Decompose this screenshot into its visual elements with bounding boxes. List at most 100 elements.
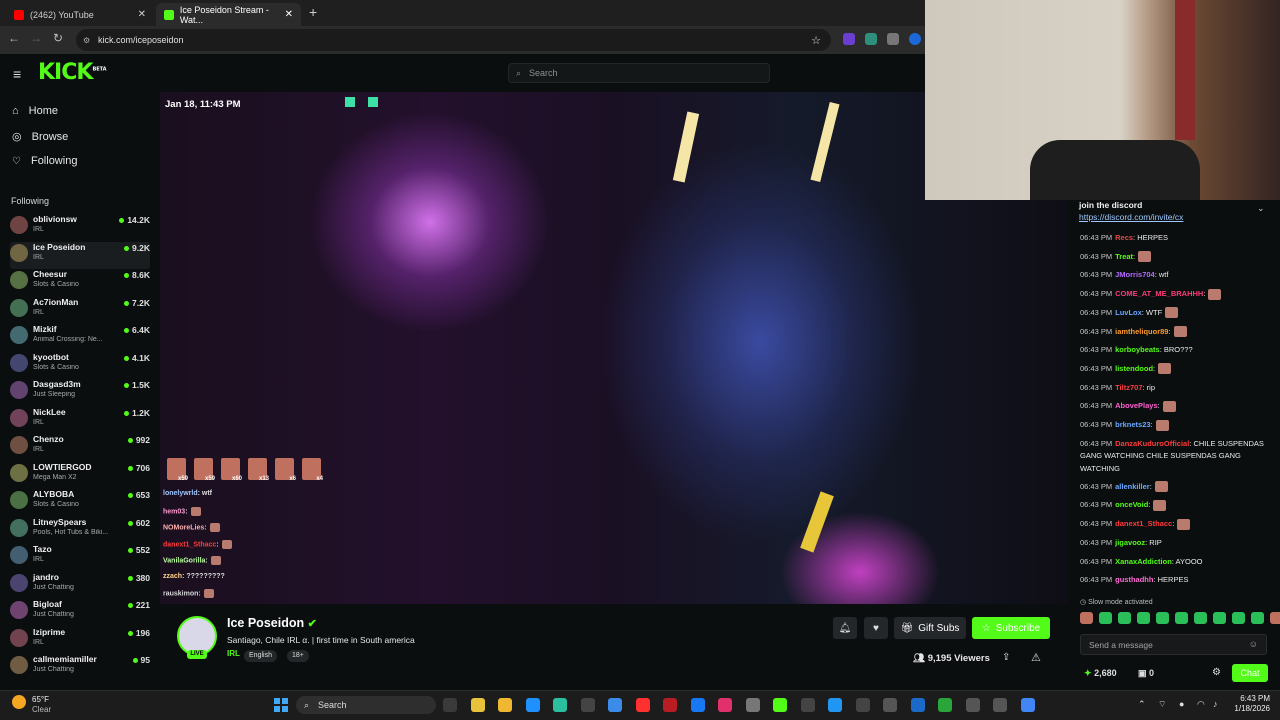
taskbar-app-icon[interactable]	[883, 698, 897, 712]
chat-username[interactable]: XanaxAddiction	[1115, 557, 1172, 566]
list-item[interactable]: Dasgasd3m Just Sleeping 1.5K	[10, 379, 150, 406]
emote-icon[interactable]	[1156, 612, 1169, 624]
close-icon[interactable]: ✕	[285, 9, 293, 20]
taskbar-app-icon[interactable]	[718, 698, 732, 712]
emote-icon[interactable]	[1232, 612, 1245, 624]
share-icon[interactable]: ⇪	[1002, 652, 1010, 663]
tag-english[interactable]: English	[244, 650, 277, 662]
taskbar-app-icon[interactable]	[525, 698, 540, 712]
sidebar-item-following[interactable]: ♡ Following	[12, 155, 77, 167]
tab-youtube[interactable]: (2462) YouTube ✕	[6, 3, 154, 26]
pinned-message-link[interactable]: https://discord.com/invite/cx	[1079, 212, 1183, 222]
chat-username[interactable]: listendood	[1115, 364, 1153, 373]
list-item[interactable]: NickLee IRL 1.2K	[10, 407, 150, 434]
chat-username[interactable]: DanzaKuduroOfficial	[1115, 439, 1189, 448]
emote-icon[interactable]	[1175, 612, 1188, 624]
notification-bell-button[interactable]: 🔔︎	[833, 617, 857, 639]
chevron-down-icon[interactable]: ⌄	[1257, 203, 1265, 214]
chat-username[interactable]: onceVoid	[1115, 500, 1148, 509]
taskbar-app-icon[interactable]	[690, 698, 705, 712]
taskbar-app-icon[interactable]	[965, 698, 980, 712]
list-item[interactable]: Chenzo IRL 992	[10, 434, 150, 461]
new-tab-icon[interactable]: +	[309, 4, 317, 20]
tab-kick[interactable]: Ice Poseidon Stream - Wat... ✕	[156, 3, 301, 26]
back-icon[interactable]: ←	[8, 31, 20, 45]
site-info-icon[interactable]: ⚙	[83, 36, 90, 45]
chat-username[interactable]: brknets23	[1115, 420, 1150, 429]
network-icon[interactable]: ⌔	[1158, 699, 1166, 710]
chat-username[interactable]: AbovePlays	[1115, 401, 1158, 410]
tag-18plus[interactable]: 18+	[287, 650, 309, 662]
taskbar-app-icon[interactable]	[608, 698, 622, 712]
list-item[interactable]: Cheesur Slots & Casino 8.6K	[10, 269, 150, 296]
report-icon[interactable]: ⚠	[1031, 651, 1041, 664]
extension-icon[interactable]	[843, 33, 855, 45]
taskbar-app-icon[interactable]	[993, 698, 1007, 712]
chat-username[interactable]: Tiltz707	[1115, 383, 1142, 392]
send-chat-button[interactable]: Chat	[1232, 664, 1268, 682]
taskbar-app-icon[interactable]	[635, 698, 650, 712]
taskbar-app-icon[interactable]	[663, 698, 677, 712]
taskbar-app-icon[interactable]	[745, 698, 760, 712]
chat-username[interactable]: Treat	[1115, 252, 1133, 261]
taskbar-app-icon[interactable]	[938, 698, 952, 712]
taskbar-app-icon[interactable]	[443, 698, 457, 712]
chat-username[interactable]: allenkiller	[1115, 482, 1150, 491]
taskbar-app-icon[interactable]	[1020, 698, 1035, 712]
chat-username[interactable]: LuvLox	[1115, 308, 1142, 317]
chat-input[interactable]: Send a message ☺	[1080, 634, 1267, 655]
close-icon[interactable]: ✕	[138, 9, 146, 20]
streamer-name[interactable]: Ice Poseidon ✔	[227, 616, 317, 630]
emote-icon[interactable]	[1194, 612, 1207, 624]
microphone-icon[interactable]: ●	[1179, 699, 1184, 709]
chat-username[interactable]: JMorris704	[1115, 270, 1155, 279]
hamburger-menu-icon[interactable]: ≡	[13, 66, 21, 82]
sidebar-item-browse[interactable]: ◎ Browse	[12, 130, 68, 144]
system-clock[interactable]: 6:43 PM 1/18/2026	[1232, 694, 1270, 714]
list-item[interactable]: Ac7ionMan IRL 7.2K	[10, 297, 150, 324]
taskbar-app-icon[interactable]	[498, 698, 512, 712]
list-item[interactable]: Ice Poseidon IRL 9.2K	[10, 241, 150, 269]
volume-icon[interactable]: ♪	[1213, 699, 1218, 709]
gift-subs-button[interactable]: 🎁︎ Gift Subs	[894, 617, 966, 639]
extension-icon[interactable]	[909, 33, 921, 45]
wifi-icon[interactable]: ◠	[1197, 699, 1205, 710]
list-item[interactable]: jandro Just Chatting 380	[10, 572, 150, 599]
taskbar-search[interactable]: ⌕ Search	[296, 696, 436, 714]
chat-username[interactable]: danext1_Sthacc	[1115, 519, 1172, 528]
extension-icon[interactable]	[887, 33, 899, 45]
list-item[interactable]: Bigloaf Just Chatting 221	[10, 599, 150, 626]
kick-logo[interactable]: KICKBETA	[38, 60, 107, 85]
taskbar-app-icon[interactable]	[580, 698, 595, 712]
taskbar-app-icon[interactable]	[828, 698, 842, 712]
weather-widget[interactable]: 65°F Clear	[32, 695, 51, 715]
url-field[interactable]: ⚙ kick.com/iceposeidon ☆	[76, 29, 831, 51]
forward-icon[interactable]: →	[30, 31, 42, 45]
weather-icon[interactable]	[12, 695, 26, 709]
emote-icon[interactable]	[1137, 612, 1150, 624]
emote-icon[interactable]	[1251, 612, 1264, 624]
chat-username[interactable]: Recs	[1115, 233, 1133, 242]
extension-icon[interactable]	[865, 33, 877, 45]
emote-icon[interactable]	[1118, 612, 1131, 624]
chat-username[interactable]: gusthadhh	[1115, 575, 1153, 584]
follow-button[interactable]: ♥	[864, 617, 888, 639]
bookmark-star-icon[interactable]: ☆	[811, 34, 821, 47]
chat-username[interactable]: COME_AT_ME_BRAHHH	[1115, 289, 1203, 298]
list-item[interactable]: oblivionsw IRL 14.2K	[10, 214, 150, 241]
list-item[interactable]: LOWTIERGOD Mega Man X2 706	[10, 462, 150, 489]
windows-start-icon[interactable]	[274, 698, 288, 712]
reload-icon[interactable]: ↻	[53, 31, 63, 45]
list-item[interactable]: Mizkif Animal Crossing: Ne... 6.4K	[10, 324, 150, 351]
taskbar-app-icon[interactable]	[470, 698, 485, 712]
taskbar-app-icon[interactable]	[553, 698, 567, 712]
taskbar-app-icon[interactable]	[910, 698, 925, 712]
chat-username[interactable]: jigavooz	[1115, 538, 1145, 547]
list-item[interactable]: Tazo IRL 552	[10, 544, 150, 571]
list-item[interactable]: Iziprime IRL 196	[10, 627, 150, 654]
subscribe-button[interactable]: ☆ Subscribe	[972, 617, 1050, 639]
chat-username[interactable]: korboybeats	[1115, 345, 1160, 354]
category-link[interactable]: IRL	[227, 649, 240, 658]
gift-count[interactable]: ▣ 0	[1138, 668, 1154, 679]
emote-icon[interactable]	[1270, 612, 1280, 624]
